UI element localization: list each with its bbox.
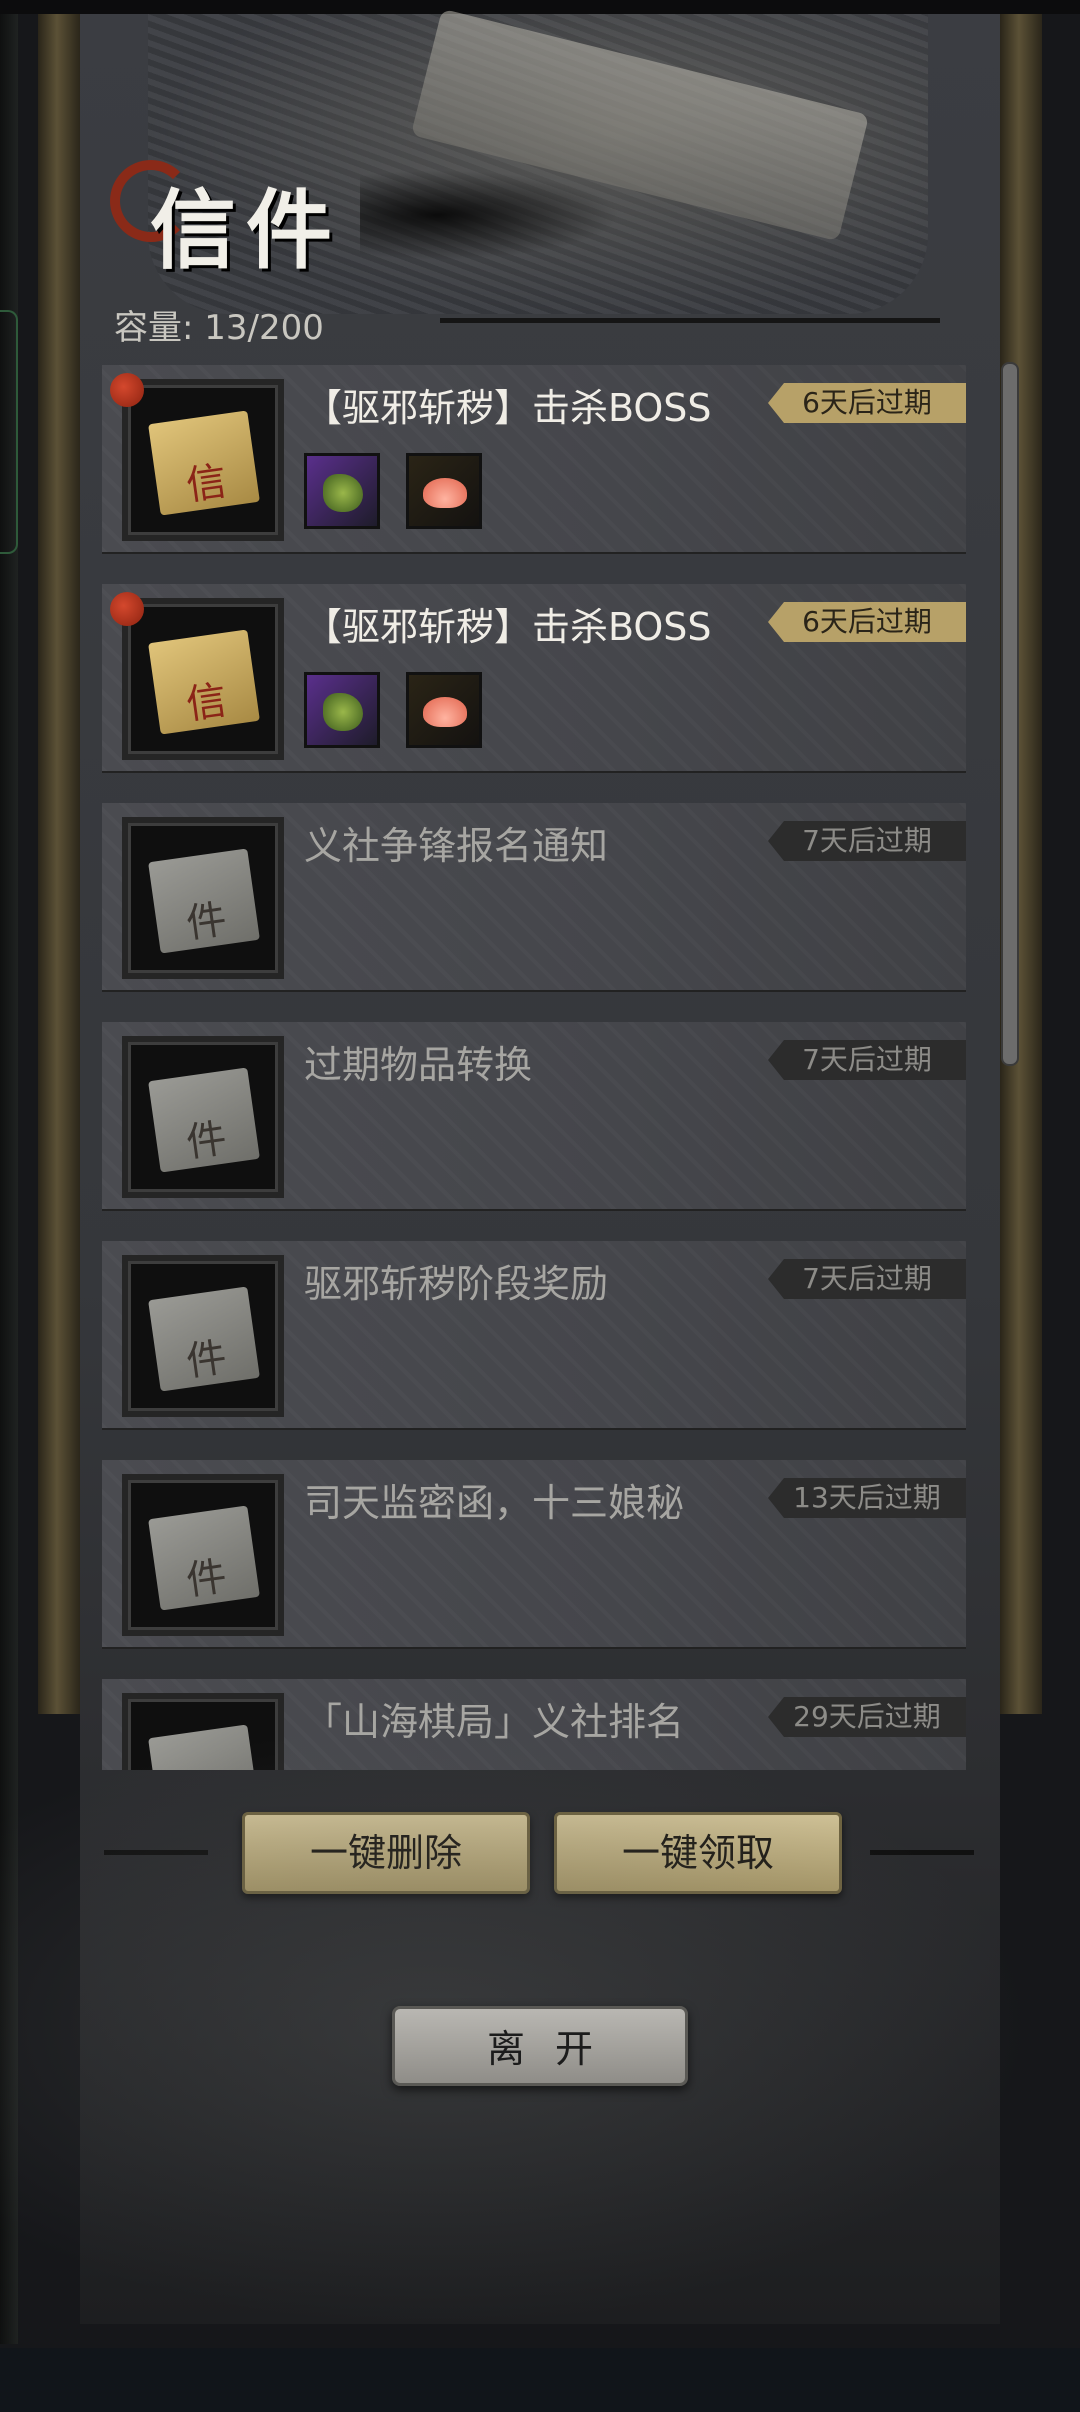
mail-item[interactable]: 信 【驱邪斩秽】击杀BOSS 6天后过期 xyxy=(102,584,966,771)
dragon-helm-icon[interactable] xyxy=(304,453,380,529)
left-pillar xyxy=(38,14,80,1714)
ink-brush-stroke xyxy=(360,170,620,260)
letter-thumbnail-icon: 信 xyxy=(122,598,284,760)
lotus-lantern-icon-glyph xyxy=(423,478,467,508)
expire-badge: 6天后过期 xyxy=(768,383,966,423)
unread-dot-icon xyxy=(110,592,144,626)
mail-title: 【驱邪斩秽】击杀BOSS xyxy=(304,386,712,430)
letter-seal-glyph: 信 xyxy=(183,458,230,510)
letter-seal-glyph: 件 xyxy=(183,1334,230,1386)
lotus-lantern-icon-glyph xyxy=(423,697,467,727)
lotus-lantern-icon[interactable] xyxy=(406,672,482,748)
divider-left xyxy=(104,1850,208,1855)
mail-title: 过期物品转换 xyxy=(304,1043,533,1087)
header-divider xyxy=(440,318,940,323)
mail-item[interactable]: 件「山海棋局」义社排名 29天后过期 xyxy=(102,1679,966,1770)
unread-dot-icon xyxy=(110,373,144,407)
mail-list[interactable]: 信【驱邪斩秽】击杀BOSS 6天后过期信【驱邪斩秽】击杀BOSS 6天后过期件义社争… xyxy=(102,365,966,1770)
mail-item[interactable]: 件 过期物品转换 7天后过期 xyxy=(102,1022,966,1209)
mail-title: 「山海棋局」义社排名 xyxy=(304,1700,685,1744)
letter-thumbnail-icon: 件 xyxy=(122,1036,284,1198)
side-tab[interactable] xyxy=(0,310,18,554)
expire-badge: 7天后过期 xyxy=(768,1040,966,1080)
letter-seal-glyph: 件 xyxy=(183,1553,230,1605)
page-title: 信件 xyxy=(150,180,342,281)
lotus-lantern-icon[interactable] xyxy=(406,453,482,529)
mail-item[interactable]: 件 义社争锋报名通知 7天后过期 xyxy=(102,803,966,990)
dragon-helm-icon[interactable] xyxy=(304,672,380,748)
scrollbar[interactable] xyxy=(1001,362,1019,1066)
letter-thumbnail-icon: 信 xyxy=(122,379,284,541)
dragon-helm-icon-glyph xyxy=(323,474,363,512)
mail-item[interactable]: 信 【驱邪斩秽】击杀BOSS 6天后过期 xyxy=(102,365,966,552)
expire-badge: 6天后过期 xyxy=(768,602,966,642)
mail-item[interactable]: 件 驱邪斩秽阶段奖励 7天后过期 xyxy=(102,1241,966,1428)
letter-thumbnail-icon: 件 xyxy=(122,1255,284,1417)
divider-right xyxy=(870,1850,974,1855)
expire-badge: 13天后过期 xyxy=(768,1478,966,1518)
letter-paper-icon xyxy=(148,1724,260,1770)
navigation-bar xyxy=(0,2348,1080,2412)
letter-thumbnail-icon: 件 xyxy=(122,1693,284,1770)
expire-badge: 29天后过期 xyxy=(768,1697,966,1737)
letter-thumbnail-icon: 件 xyxy=(122,1474,284,1636)
expire-badge: 7天后过期 xyxy=(768,1259,966,1299)
leave-button[interactable]: 离开 xyxy=(392,2006,688,2086)
mail-title: 义社争锋报名通知 xyxy=(304,824,609,868)
letter-seal-glyph: 信 xyxy=(183,677,230,729)
dragon-helm-icon-glyph xyxy=(323,693,363,731)
mail-item[interactable]: 件 司天监密函，十三娘秘 13天后过期 xyxy=(102,1460,966,1647)
claim-all-button[interactable]: 一键领取 xyxy=(554,1812,842,1894)
letter-seal-glyph: 件 xyxy=(183,1115,230,1167)
delete-all-button[interactable]: 一键删除 xyxy=(242,1812,530,1894)
status-bar xyxy=(0,0,1080,14)
letter-thumbnail-icon: 件 xyxy=(122,817,284,979)
letter-seal-glyph: 件 xyxy=(183,896,230,948)
mail-title: 司天监密函，十三娘秘 xyxy=(304,1481,685,1525)
capacity-label: 容量: 13/200 xyxy=(114,308,324,348)
expire-badge: 7天后过期 xyxy=(768,821,966,861)
mail-title: 【驱邪斩秽】击杀BOSS xyxy=(304,605,712,649)
mail-title: 驱邪斩秽阶段奖励 xyxy=(304,1262,609,1306)
